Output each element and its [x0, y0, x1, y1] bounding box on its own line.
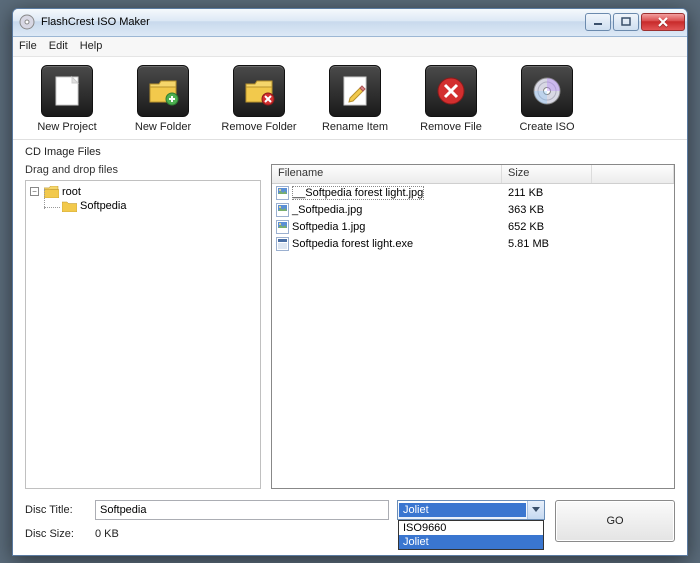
new-folder-icon: [137, 65, 189, 117]
image-file-icon: [276, 186, 289, 200]
disc-size-value: 0 KB: [95, 528, 389, 540]
panes: Drag and drop files − root Softpedia: [25, 164, 675, 489]
fs-option-iso9660[interactable]: ISO9660: [399, 521, 543, 535]
exe-file-icon: [276, 237, 289, 251]
close-button[interactable]: [641, 13, 685, 31]
go-button[interactable]: GO: [555, 500, 675, 542]
list-row[interactable]: __Softpedia forest light.jpg211 KB: [272, 185, 674, 202]
rename-item-button[interactable]: Rename Item: [311, 65, 399, 133]
tree-child-label: Softpedia: [80, 200, 126, 212]
disc-title-input[interactable]: [95, 500, 389, 520]
rename-item-icon: [329, 65, 381, 117]
cell-filename: _Softpedia.jpg: [272, 203, 502, 217]
window-buttons: [583, 13, 685, 31]
app-window: FlashCrest ISO Maker File Edit Help New …: [12, 8, 688, 556]
folder-icon: [62, 200, 77, 212]
remove-folder-button[interactable]: Remove Folder: [215, 65, 303, 133]
filesystem-combo[interactable]: Joliet ISO9660 Joliet: [397, 500, 545, 520]
window-title: FlashCrest ISO Maker: [41, 16, 583, 28]
remove-file-button[interactable]: Remove File: [407, 65, 495, 133]
go-label: GO: [606, 515, 623, 527]
tree-child-row[interactable]: Softpedia: [30, 199, 256, 213]
new-project-icon: [41, 65, 93, 117]
cell-filename: Softpedia forest light.exe: [272, 237, 502, 251]
menu-file[interactable]: File: [19, 40, 37, 52]
new-folder-label: New Folder: [135, 121, 191, 133]
app-icon: [19, 14, 35, 30]
tree-pane: Drag and drop files − root Softpedia: [25, 164, 261, 489]
create-iso-label: Create ISO: [519, 121, 574, 133]
list-header: Filename Size: [272, 165, 674, 184]
new-project-button[interactable]: New Project: [23, 65, 111, 133]
filesystem-selected: Joliet: [399, 503, 526, 517]
list-row[interactable]: Softpedia forest light.exe5.81 MB: [272, 236, 674, 253]
col-spacer: [592, 165, 674, 183]
menu-edit[interactable]: Edit: [49, 40, 68, 52]
new-folder-button[interactable]: New Folder: [119, 65, 207, 133]
remove-file-icon: [425, 65, 477, 117]
folder-tree[interactable]: − root Softpedia: [25, 180, 261, 489]
list-row[interactable]: _Softpedia.jpg363 KB: [272, 202, 674, 219]
col-filename[interactable]: Filename: [272, 165, 502, 183]
create-iso-icon: [521, 65, 573, 117]
col-size[interactable]: Size: [502, 165, 592, 183]
content-area: CD Image Files Drag and drop files − roo…: [13, 140, 687, 489]
toolbar: New Project New Folder Remove Folder Ren…: [13, 57, 687, 140]
cell-filename: Softpedia 1.jpg: [272, 220, 502, 234]
maximize-button[interactable]: [613, 13, 639, 31]
section-label: CD Image Files: [25, 146, 675, 158]
image-file-icon: [276, 220, 289, 234]
chevron-down-icon[interactable]: [527, 501, 544, 519]
remove-file-label: Remove File: [420, 121, 482, 133]
folder-icon: [44, 186, 59, 198]
cell-size: 363 KB: [502, 204, 592, 216]
new-project-label: New Project: [37, 121, 96, 133]
file-list[interactable]: Filename Size __Softpedia forest light.j…: [271, 164, 675, 489]
cell-size: 211 KB: [502, 187, 592, 199]
fs-option-joliet[interactable]: Joliet: [399, 535, 543, 549]
bottom-left: Disc Title: Joliet ISO9660 Joliet Disc S…: [25, 499, 545, 543]
cell-size: 5.81 MB: [502, 238, 592, 250]
list-row[interactable]: Softpedia 1.jpg652 KB: [272, 219, 674, 236]
cell-size: 652 KB: [502, 221, 592, 233]
menu-help[interactable]: Help: [80, 40, 103, 52]
rename-item-label: Rename Item: [322, 121, 388, 133]
remove-folder-label: Remove Folder: [221, 121, 296, 133]
tree-root-row[interactable]: − root: [30, 185, 256, 199]
minimize-button[interactable]: [585, 13, 611, 31]
tree-root-label: root: [62, 186, 81, 198]
disc-size-label: Disc Size:: [25, 528, 87, 540]
tree-collapse-icon[interactable]: −: [30, 187, 39, 196]
menubar: File Edit Help: [13, 37, 687, 57]
filesystem-dropdown: ISO9660 Joliet: [398, 520, 544, 550]
remove-folder-icon: [233, 65, 285, 117]
tree-connector-icon: [40, 199, 62, 213]
bottom-panel: Disc Title: Joliet ISO9660 Joliet Disc S…: [13, 489, 687, 555]
list-rows: __Softpedia forest light.jpg211 KB_Softp…: [272, 184, 674, 488]
disc-title-label: Disc Title:: [25, 504, 87, 516]
create-iso-button[interactable]: Create ISO: [503, 65, 591, 133]
image-file-icon: [276, 203, 289, 217]
tree-hint: Drag and drop files: [25, 164, 261, 176]
titlebar[interactable]: FlashCrest ISO Maker: [13, 9, 687, 37]
cell-filename: __Softpedia forest light.jpg: [272, 186, 502, 200]
